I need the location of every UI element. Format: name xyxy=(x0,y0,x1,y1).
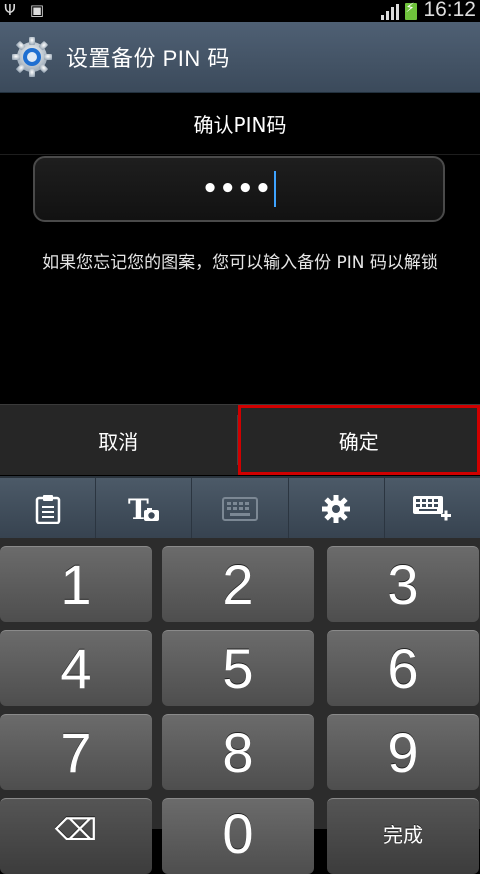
done-key[interactable]: 完成 xyxy=(327,798,479,874)
numeric-keypad: 1 2 3 4 5 6 7 8 9 ⌫ 0 完成 xyxy=(0,538,480,829)
key-7[interactable]: 7 xyxy=(0,714,152,790)
status-right: 16:12 xyxy=(381,0,476,22)
key-8[interactable]: 8 xyxy=(162,714,314,790)
status-left: Ψ ▣ xyxy=(4,1,44,19)
page-title: 设置备份 PIN 码 xyxy=(66,41,230,73)
key-9[interactable]: 9 xyxy=(327,714,479,790)
pin-value: •••• xyxy=(202,174,272,204)
key-2[interactable]: 2 xyxy=(162,546,314,622)
usb-icon: Ψ xyxy=(4,1,16,19)
settings-app-icon xyxy=(10,35,54,79)
keyboard-icon xyxy=(222,497,258,521)
keyboard-toolbar: T xyxy=(0,476,480,540)
text-recognition-icon: T xyxy=(127,494,161,524)
pin-input[interactable]: •••• xyxy=(33,156,445,222)
keyboard-button[interactable] xyxy=(192,478,288,540)
text-recognition-button[interactable]: T xyxy=(96,478,192,540)
key-0[interactable]: 0 xyxy=(162,798,314,874)
backspace-key[interactable]: ⌫ xyxy=(0,798,152,874)
key-5[interactable]: 5 xyxy=(162,630,314,706)
clipboard-icon xyxy=(35,494,61,524)
dialog-heading-row: 确认PIN码 xyxy=(0,92,480,155)
keyboard-settings-button[interactable] xyxy=(289,478,385,540)
text-caret xyxy=(274,171,276,207)
battery-icon xyxy=(405,3,417,20)
key-3[interactable]: 3 xyxy=(327,546,479,622)
clipboard-button[interactable] xyxy=(0,478,96,540)
cancel-button[interactable]: 取消 xyxy=(0,405,237,475)
dialog-heading: 确认PIN码 xyxy=(194,109,287,138)
key-4[interactable]: 4 xyxy=(0,630,152,706)
app-bar: 设置备份 PIN 码 xyxy=(0,22,480,93)
ok-button[interactable]: 确定 xyxy=(238,405,480,475)
keyboard-layout-icon xyxy=(412,493,452,525)
key-1[interactable]: 1 xyxy=(0,546,152,622)
status-bar: Ψ ▣ 16:12 xyxy=(0,0,480,22)
backspace-icon: ⌫ xyxy=(55,813,97,848)
button-bar: 取消 确定 xyxy=(0,404,480,475)
notification-icon: ▣ xyxy=(30,1,44,19)
clock: 16:12 xyxy=(423,0,476,22)
settings-icon xyxy=(321,494,351,524)
keyboard-layout-button[interactable] xyxy=(385,478,480,540)
key-6[interactable]: 6 xyxy=(327,630,479,706)
signal-icon xyxy=(381,4,399,20)
hint-text: 如果您忘记您的图案，您可以输入备份 PIN 码以解锁 xyxy=(0,248,480,273)
